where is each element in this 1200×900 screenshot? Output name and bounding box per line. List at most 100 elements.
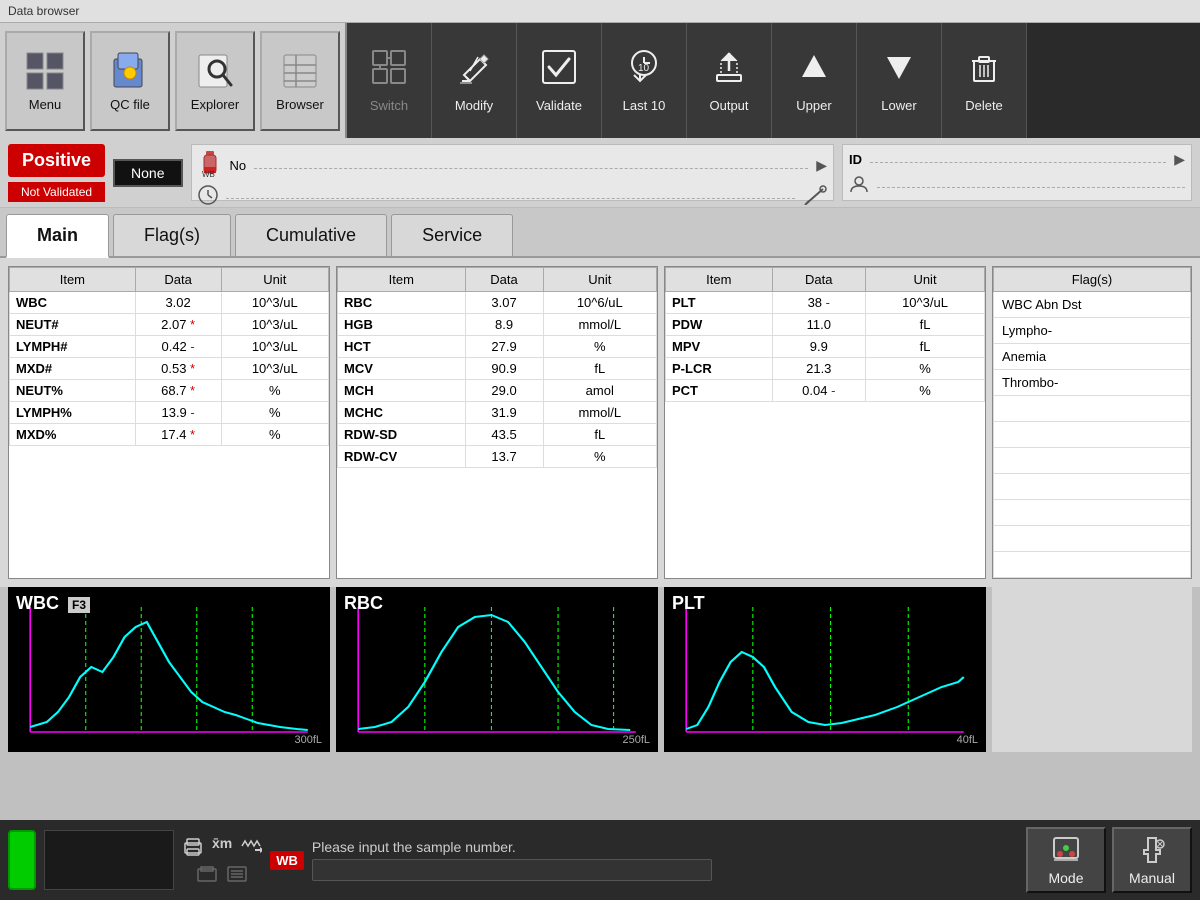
switch-button[interactable]: Switch: [347, 23, 432, 138]
bottom-message: Please input the sample number.: [312, 839, 1018, 855]
cell-unit: fL: [543, 424, 656, 446]
table-row: WBC 3.02 10^3/uL: [10, 292, 329, 314]
flag-item-text: [994, 422, 1191, 448]
flag-item-text: [994, 526, 1191, 552]
tab-service[interactable]: Service: [391, 214, 513, 256]
cell-item: MCHC: [338, 402, 466, 424]
list-item: Lympho-: [994, 318, 1191, 344]
cell-item: MXD#: [10, 358, 136, 380]
bottom-right-buttons: Mode Manual: [1026, 827, 1192, 893]
cell-item: NEUT%: [10, 380, 136, 402]
table-row: MXD# 0.53 * 10^3/uL: [10, 358, 329, 380]
cell-unit: %: [866, 358, 985, 380]
cell-data: 38 -: [772, 292, 865, 314]
wbc-table: Item Data Unit WBC 3.02 10^3/uL NEUT# 2.…: [8, 266, 330, 579]
cell-data: 8.9: [465, 314, 543, 336]
table-row: MCHC 31.9 mmol/L: [338, 402, 657, 424]
cell-unit: %: [543, 336, 656, 358]
explorer-button[interactable]: Explorer: [175, 31, 255, 131]
cell-unit: mmol/L: [543, 314, 656, 336]
tab-cumulative[interactable]: Cumulative: [235, 214, 387, 256]
mode-icon: [1050, 834, 1082, 866]
status-positive: Positive: [8, 144, 105, 177]
svg-text:10: 10: [638, 63, 650, 74]
switch-label: Switch: [370, 98, 408, 113]
flag-item-text: [994, 552, 1191, 578]
charts-area: WBC F3 300fL RBC: [0, 587, 1200, 760]
table-row: PDW 11.0 fL: [666, 314, 985, 336]
cell-unit: %: [221, 402, 329, 424]
lower-button[interactable]: Lower: [857, 23, 942, 138]
table-row: HGB 8.9 mmol/L: [338, 314, 657, 336]
upper-label: Upper: [796, 98, 831, 113]
list-item: [994, 448, 1191, 474]
qcfile-button[interactable]: QC file: [90, 31, 170, 131]
arrow-icon: ▶: [816, 157, 827, 174]
list-icon[interactable]: [226, 863, 248, 885]
cell-unit: 10^3/uL: [866, 292, 985, 314]
cell-item: PDW: [666, 314, 773, 336]
flag-item-text: [994, 500, 1191, 526]
manual-button[interactable]: Manual: [1112, 827, 1192, 893]
cell-item: RDW-CV: [338, 446, 466, 468]
table-row: MCV 90.9 fL: [338, 358, 657, 380]
flags-panel: Flag(s) WBC Abn DstLympho-AnemiaThrombo-: [992, 266, 1192, 579]
cell-data: 68.7 *: [135, 380, 221, 402]
delete-button[interactable]: Delete: [942, 23, 1027, 138]
explorer-icon: [193, 49, 237, 93]
menu-icon: [23, 49, 67, 93]
cell-data: 17.4 *: [135, 424, 221, 446]
rbc-col-item: Item: [338, 268, 466, 292]
plt-chart-label: PLT: [672, 593, 705, 614]
table-row: RBC 3.07 10^6/uL: [338, 292, 657, 314]
flag-item-text: [994, 474, 1191, 500]
cell-data: 0.53 *: [135, 358, 221, 380]
wave-icon[interactable]: [240, 835, 262, 857]
upper-button[interactable]: Upper: [772, 23, 857, 138]
modify-button[interactable]: Modify: [432, 23, 517, 138]
table-row: RDW-CV 13.7 %: [338, 446, 657, 468]
cell-unit: 10^3/uL: [221, 336, 329, 358]
xm-label: x̄m: [212, 835, 232, 857]
output-label: Output: [709, 98, 748, 113]
wbc-chart-unit: 300fL: [294, 734, 322, 746]
cell-data: 29.0: [465, 380, 543, 402]
mode-button[interactable]: Mode: [1026, 827, 1106, 893]
lower-label: Lower: [881, 98, 916, 113]
cell-data: 13.7: [465, 446, 543, 468]
cell-item: MPV: [666, 336, 773, 358]
plt-col-unit: Unit: [866, 268, 985, 292]
rbc-col-unit: Unit: [543, 268, 656, 292]
cell-data: 13.9 -: [135, 402, 221, 424]
rbc-chart: RBC 250fL: [336, 587, 658, 752]
validate-button[interactable]: Validate: [517, 23, 602, 138]
wb-badge: WB: [270, 851, 304, 870]
print2-icon[interactable]: [196, 863, 218, 885]
list-item: [994, 396, 1191, 422]
flag-item-text: [994, 396, 1191, 422]
title-text: Data browser: [8, 4, 79, 18]
print-icon[interactable]: [182, 835, 204, 857]
tab-flags[interactable]: Flag(s): [113, 214, 231, 256]
sample-number-input[interactable]: [312, 859, 712, 881]
lower-icon: [881, 49, 917, 92]
manual-label: Manual: [1129, 870, 1175, 886]
last10-button[interactable]: 10 Last 10: [602, 23, 687, 138]
validate-label: Validate: [536, 98, 582, 113]
data-area: Item Data Unit WBC 3.02 10^3/uL NEUT# 2.…: [0, 258, 1200, 587]
list-item: [994, 474, 1191, 500]
output-button[interactable]: Output: [687, 23, 772, 138]
tab-main[interactable]: Main: [6, 214, 109, 258]
tab-bar: Main Flag(s) Cumulative Service: [0, 208, 1200, 258]
table-row: P-LCR 21.3 %: [666, 358, 985, 380]
cell-item: P-LCR: [666, 358, 773, 380]
output-icon: [711, 49, 747, 92]
wbc-col-data: Data: [135, 268, 221, 292]
menu-button[interactable]: Menu: [5, 31, 85, 131]
cell-item: RDW-SD: [338, 424, 466, 446]
flags-header: Flag(s): [994, 268, 1191, 292]
qcfile-label: QC file: [110, 97, 150, 112]
browser-button[interactable]: Browser: [260, 31, 340, 131]
vial-icon: WB: [198, 151, 222, 179]
cell-data: 43.5: [465, 424, 543, 446]
